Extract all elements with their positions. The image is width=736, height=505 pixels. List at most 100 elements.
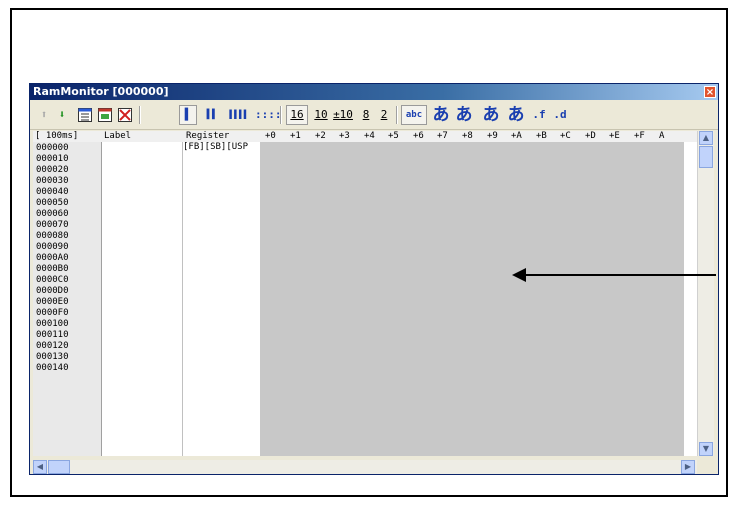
ascii-button[interactable]: abc <box>401 105 427 125</box>
toolbar: ⬆ ⬇ ▌ ▌▌ ▌▌▌▌:::: 16 10 ±10 8 2 abc あ あ… <box>30 101 718 130</box>
horizontal-scrollbar[interactable]: ◀ ▶ <box>33 460 697 474</box>
register-header: Register <box>186 131 230 141</box>
address-cell: 000110 <box>36 330 69 340</box>
offset-header: +D <box>585 131 596 141</box>
offset-header: +5 <box>388 131 399 141</box>
width-2-icon: ▌▌ <box>206 110 218 120</box>
sample-period-icon <box>98 108 112 122</box>
ascii-label: abc <box>405 110 423 120</box>
address-cell: 000100 <box>36 319 69 329</box>
double-button[interactable]: .d <box>551 105 569 125</box>
offset-header: +2 <box>315 131 326 141</box>
ram-monitor-window: RamMonitor [000000] × ⬆ ⬇ ▌ ▌▌ ▌▌▌▌::::… <box>29 83 719 475</box>
radix-16-label: 16 <box>290 108 304 121</box>
jis-button[interactable]: あ <box>454 105 474 125</box>
offset-header: +F <box>634 131 645 141</box>
clear-button[interactable] <box>116 105 134 125</box>
address-cell: 000140 <box>36 363 69 373</box>
address-column: 000000 000010 000020 000030 000040 000050 0000… <box>33 142 102 456</box>
width-1-button[interactable]: ▌ <box>179 105 197 125</box>
interval-header[interactable]: [ 100ms] <box>35 131 78 142</box>
address-cell: 000070 <box>36 220 69 230</box>
down-button[interactable]: ⬇ <box>54 105 70 125</box>
width-2-button[interactable]: ▌▌ <box>201 105 223 125</box>
radix-8-label: 8 <box>362 108 370 121</box>
memory-grid[interactable]: [ 100ms] Label Register +0 +1 +2 +3 +4 +… <box>33 131 697 456</box>
scroll-up-icon[interactable]: ▲ <box>699 131 713 145</box>
width-1-icon: ▌ <box>184 108 192 121</box>
clear-icon <box>118 108 132 122</box>
address-cell: 0000E0 <box>36 297 69 307</box>
toolbar-separator <box>396 106 398 124</box>
euc-button[interactable]: あ <box>480 105 502 125</box>
radix-8-button[interactable]: 8 <box>360 105 372 125</box>
offset-header: +0 <box>265 131 276 141</box>
float-label: .f <box>532 108 546 121</box>
offset-header: +6 <box>413 131 424 141</box>
scroll-right-icon[interactable]: ▶ <box>681 460 695 474</box>
radix-signed-10-button[interactable]: ±10 <box>332 105 354 125</box>
label-column[interactable] <box>102 142 183 456</box>
label-header: Label <box>104 131 132 141</box>
unicode-button[interactable]: あ <box>506 105 526 125</box>
vertical-scrollbar[interactable]: ▲ ▼ <box>697 131 714 456</box>
address-cell: 000050 <box>36 198 69 208</box>
radix-2-label: 2 <box>380 108 388 121</box>
offset-header: +C <box>560 131 571 141</box>
address-cell: 0000B0 <box>36 264 69 274</box>
sjis-button[interactable]: あ <box>431 105 451 125</box>
address-cell: 000020 <box>36 165 69 175</box>
arrow-down-icon: ⬇ <box>58 108 66 121</box>
window-title: RamMonitor [000000] <box>33 85 169 98</box>
layout-settings-icon <box>78 108 92 122</box>
scroll-left-icon[interactable]: ◀ <box>33 460 47 474</box>
sjis-label: あ <box>432 105 450 125</box>
close-icon: × <box>705 87 715 98</box>
layout-settings-button[interactable] <box>76 105 94 125</box>
annotation-arrow-line <box>522 274 716 276</box>
width-8-icon: :::: <box>255 108 282 121</box>
width-8-button[interactable]: :::: <box>255 105 282 125</box>
radix-16-button[interactable]: 16 <box>286 105 308 125</box>
toolbar-separator <box>280 106 282 124</box>
close-button[interactable]: × <box>704 86 716 98</box>
vertical-scroll-thumb[interactable] <box>699 146 713 168</box>
scroll-down-icon[interactable]: ▼ <box>699 442 713 456</box>
float-button[interactable]: .f <box>530 105 548 125</box>
up-button[interactable]: ⬆ <box>36 105 52 125</box>
width-4-button[interactable]: ▌▌▌▌ <box>225 105 253 125</box>
offset-header: +B <box>536 131 547 141</box>
address-cell: 000060 <box>36 209 69 219</box>
offset-header: +7 <box>437 131 448 141</box>
double-label: .d <box>553 108 567 121</box>
jis-label: あ <box>455 105 473 125</box>
memory-data-area[interactable] <box>260 142 684 456</box>
radix-signed-10-label: ±10 <box>333 108 353 121</box>
address-cell: 000040 <box>36 187 69 197</box>
address-cell: 000000 <box>36 143 69 153</box>
toolbar-separator <box>139 106 141 124</box>
offset-header: +3 <box>339 131 350 141</box>
offset-header: +8 <box>462 131 473 141</box>
register-column[interactable]: [FB][SB][USP <box>183 142 259 456</box>
unicode-label: あ <box>507 105 525 125</box>
address-cell: 000010 <box>36 154 69 164</box>
euc-label: あ <box>482 105 500 125</box>
offset-header: +4 <box>364 131 375 141</box>
horizontal-scroll-thumb[interactable] <box>48 460 70 474</box>
offset-header: A <box>659 131 665 141</box>
register-cell: [FB][SB][USP <box>183 142 249 152</box>
offset-header: +1 <box>290 131 301 141</box>
grid-header: [ 100ms] Label Register +0 +1 +2 +3 +4 +… <box>33 131 697 142</box>
radix-10-button[interactable]: 10 <box>312 105 330 125</box>
width-4-icon: ▌▌▌▌ <box>229 110 249 119</box>
address-cell: 0000D0 <box>36 286 69 296</box>
offset-header: +A <box>511 131 522 141</box>
window-titlebar[interactable]: RamMonitor [000000] × <box>30 84 718 100</box>
radix-2-button[interactable]: 2 <box>378 105 390 125</box>
address-cell: 0000F0 <box>36 308 69 318</box>
offset-header: +9 <box>487 131 498 141</box>
address-cell: 000080 <box>36 231 69 241</box>
sample-period-button[interactable] <box>96 105 114 125</box>
arrow-up-icon: ⬆ <box>40 108 48 121</box>
